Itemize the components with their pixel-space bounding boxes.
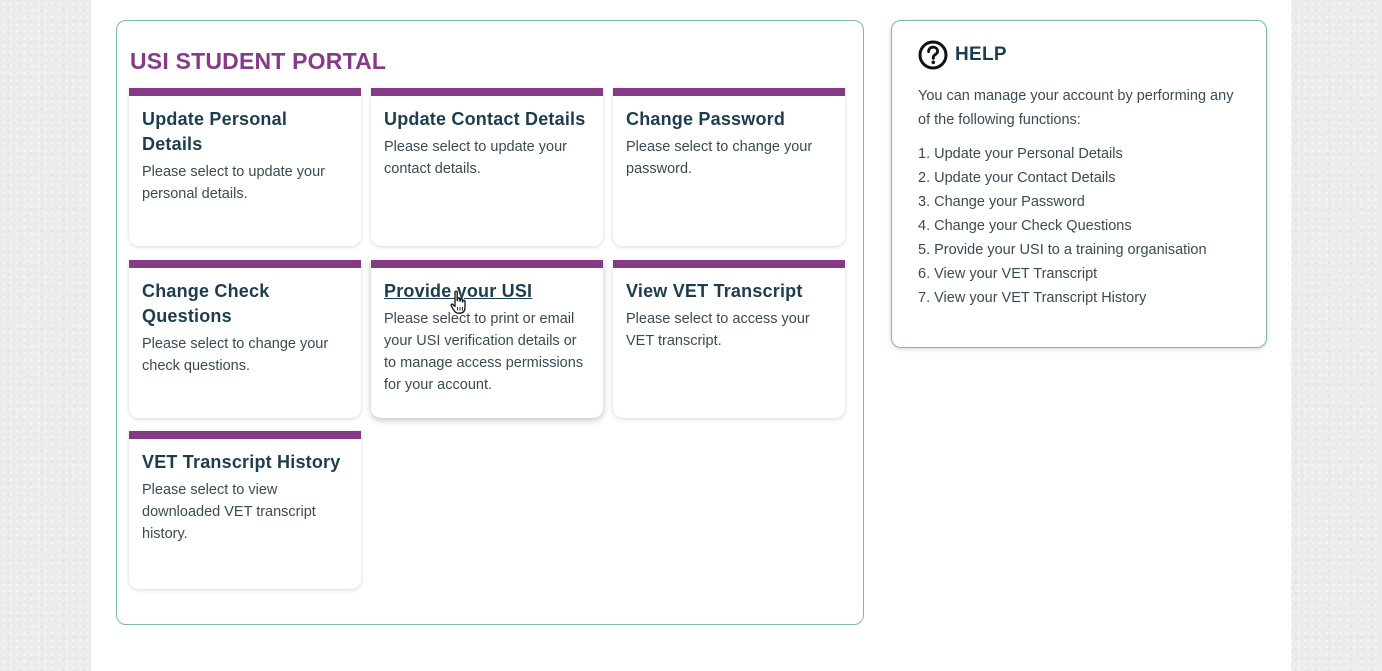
tile-vet-transcript-history[interactable]: VET Transcript History Please select to … bbox=[129, 431, 361, 589]
help-list-item: 3. Change your Password bbox=[918, 194, 1085, 210]
tile-title[interactable]: Update Contact Details bbox=[384, 107, 590, 132]
page-content: USI STUDENT PORTAL Update Personal Detai… bbox=[91, 0, 1291, 671]
help-list-item: 5. Provide your USI to a training organi… bbox=[918, 242, 1207, 258]
help-list-item: 2. Update your Contact Details bbox=[918, 170, 1116, 186]
question-circle-icon bbox=[918, 40, 948, 70]
tile-description: Please select to change your check quest… bbox=[142, 336, 329, 374]
tile-change-check-questions[interactable]: Change Check Questions Please select to … bbox=[129, 260, 361, 418]
tile-update-contact-details[interactable]: Update Contact Details Please select to … bbox=[371, 88, 603, 246]
tile-update-personal-details[interactable]: Update Personal Details Please select to… bbox=[129, 88, 361, 246]
student-portal-panel: USI STUDENT PORTAL Update Personal Detai… bbox=[116, 20, 864, 625]
tile-title[interactable]: Change Check Questions bbox=[142, 279, 348, 329]
tile-description: Please select to update your contact det… bbox=[384, 139, 567, 177]
tile-description: Please select to change your password. bbox=[626, 139, 813, 177]
help-title: HELP bbox=[955, 44, 1007, 65]
tile-change-password[interactable]: Change Password Please select to change … bbox=[613, 88, 845, 246]
help-header: HELP bbox=[918, 40, 1007, 70]
tile-title[interactable]: Update Personal Details bbox=[142, 107, 348, 157]
tile-title[interactable]: VET Transcript History bbox=[142, 450, 348, 475]
help-panel: HELP You can manage your account by perf… bbox=[891, 20, 1267, 348]
tile-description: Please select to print or email your USI… bbox=[384, 311, 584, 393]
portal-title: USI STUDENT PORTAL bbox=[130, 48, 387, 74]
tile-description: Please select to access your VET transcr… bbox=[626, 311, 810, 349]
tile-description: Please select to update your personal de… bbox=[142, 164, 325, 202]
tile-title[interactable]: Provide your USI bbox=[384, 279, 590, 304]
help-list-item: 1. Update your Personal Details bbox=[918, 146, 1123, 162]
tile-title[interactable]: Change Password bbox=[626, 107, 832, 132]
help-intro: You can manage your account by performin… bbox=[918, 88, 1234, 128]
help-list-item: 4. Change your Check Questions bbox=[918, 218, 1132, 234]
tile-description: Please select to view downloaded VET tra… bbox=[142, 482, 316, 542]
tile-provide-your-usi[interactable]: Provide your USI Please select to print … bbox=[371, 260, 603, 418]
tile-view-vet-transcript[interactable]: View VET Transcript Please select to acc… bbox=[613, 260, 845, 418]
help-list: 1. Update your Personal Details 2. Updat… bbox=[918, 142, 1207, 310]
tile-title[interactable]: View VET Transcript bbox=[626, 279, 832, 304]
help-list-item: 6. View your VET Transcript bbox=[918, 266, 1098, 282]
help-list-item: 7. View your VET Transcript History bbox=[918, 290, 1147, 306]
